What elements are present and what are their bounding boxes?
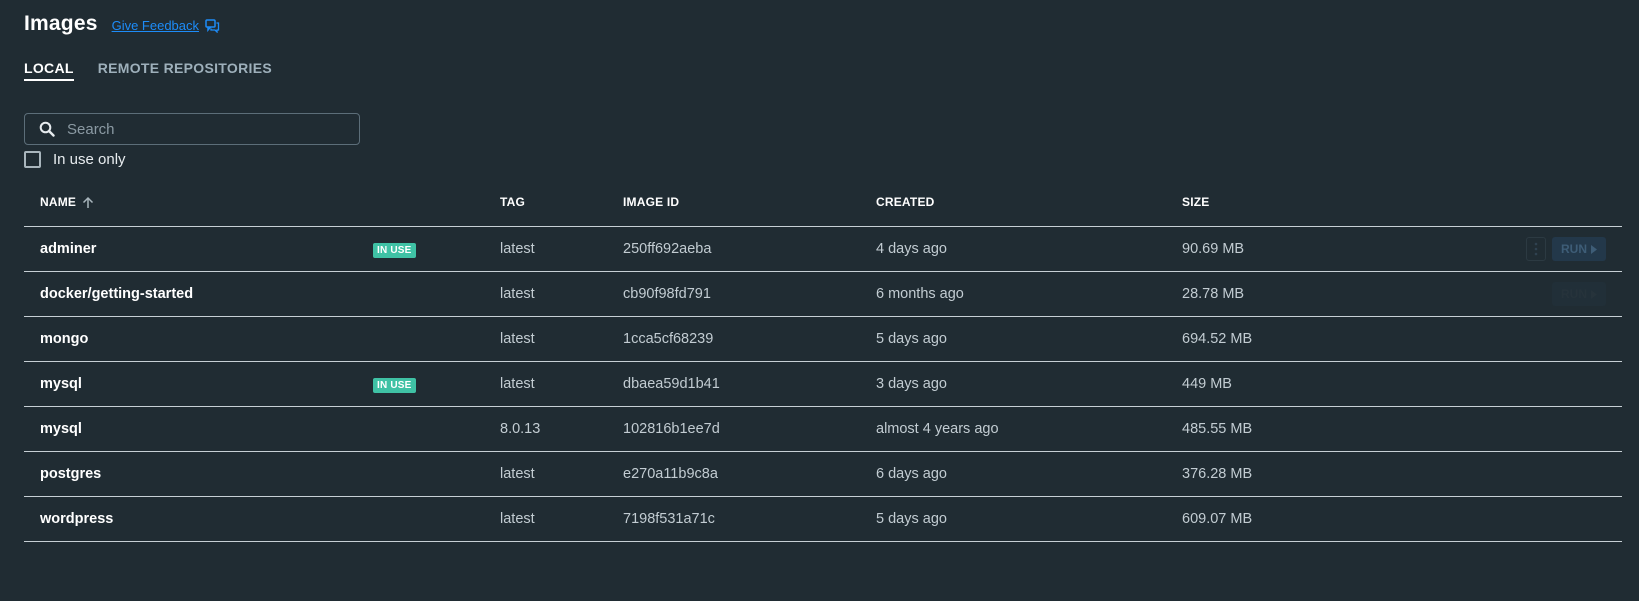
search-icon bbox=[39, 121, 55, 137]
in-use-badge: IN USE bbox=[373, 378, 416, 393]
image-created: 6 days ago bbox=[876, 466, 947, 482]
table-header: NAME TAG IMAGE ID CREATED SIZE bbox=[24, 178, 1622, 227]
image-tag: latest bbox=[500, 466, 535, 482]
image-id: e270a11b9c8a bbox=[623, 466, 718, 482]
image-tag: 8.0.13 bbox=[500, 421, 541, 437]
tab-remote-repositories[interactable]: REMOTE REPOSITORIES bbox=[98, 60, 272, 81]
image-size: 28.78 MB bbox=[1182, 286, 1245, 302]
row-actions: RUN bbox=[1552, 282, 1606, 306]
image-size: 609.07 MB bbox=[1182, 511, 1253, 527]
image-created: 5 days ago bbox=[876, 331, 947, 347]
in-use-only-filter[interactable]: In use only bbox=[24, 151, 126, 168]
image-name: adminer bbox=[40, 241, 97, 257]
more-vertical-icon bbox=[1534, 242, 1538, 256]
image-created: 5 days ago bbox=[876, 511, 947, 527]
image-id: cb90f98fd791 bbox=[623, 286, 711, 302]
table-row[interactable]: adminer IN USE latest 250ff692aeba 4 day… bbox=[24, 227, 1622, 272]
image-name: mongo bbox=[40, 331, 89, 347]
column-header-created[interactable]: CREATED bbox=[876, 195, 935, 209]
play-icon bbox=[1591, 289, 1597, 299]
image-id: 250ff692aeba bbox=[623, 241, 712, 257]
search-input[interactable] bbox=[65, 119, 349, 139]
image-size: 449 MB bbox=[1182, 376, 1232, 392]
images-table: NAME TAG IMAGE ID CREATED SIZE adminer I… bbox=[24, 178, 1622, 542]
image-name: mysql bbox=[40, 376, 82, 392]
image-tag: latest bbox=[500, 286, 535, 302]
image-id: 7198f531a71c bbox=[623, 511, 715, 527]
run-button-label: RUN bbox=[1561, 287, 1587, 301]
feedback-chat-icon bbox=[205, 18, 220, 33]
image-name: docker/getting-started bbox=[40, 286, 194, 302]
table-row[interactable]: docker/getting-started latest cb90f98fd7… bbox=[24, 272, 1622, 317]
table-row[interactable]: mysql 8.0.13 102816b1ee7d almost 4 years… bbox=[24, 407, 1622, 452]
image-id: dbaea59d1b41 bbox=[623, 376, 720, 392]
in-use-only-label: In use only bbox=[53, 151, 126, 168]
page-title: Images bbox=[24, 12, 98, 35]
in-use-only-checkbox[interactable] bbox=[24, 151, 41, 168]
image-name: wordpress bbox=[40, 511, 114, 527]
image-tag: latest bbox=[500, 331, 535, 347]
more-options-button[interactable] bbox=[1526, 237, 1546, 261]
tab-local[interactable]: LOCAL bbox=[24, 60, 74, 81]
give-feedback-link[interactable]: Give Feedback bbox=[112, 18, 220, 33]
play-icon bbox=[1591, 244, 1597, 254]
run-button[interactable]: RUN bbox=[1552, 237, 1606, 261]
in-use-badge: IN USE bbox=[373, 243, 416, 258]
column-header-size[interactable]: SIZE bbox=[1182, 195, 1209, 209]
sort-ascending-icon bbox=[82, 196, 94, 209]
column-header-tag[interactable]: TAG bbox=[500, 195, 525, 209]
table-row[interactable]: mysql IN USE latest dbaea59d1b41 3 days … bbox=[24, 362, 1622, 407]
run-button[interactable]: RUN bbox=[1552, 282, 1606, 306]
image-name: mysql bbox=[40, 421, 82, 437]
give-feedback-label: Give Feedback bbox=[111, 18, 200, 33]
image-size: 694.52 MB bbox=[1182, 331, 1253, 347]
table-row[interactable]: mongo latest 1cca5cf68239 5 days ago 694… bbox=[24, 317, 1622, 362]
image-size: 90.69 MB bbox=[1182, 241, 1245, 257]
tab-bar: LOCAL REMOTE REPOSITORIES bbox=[24, 60, 272, 81]
image-size: 376.28 MB bbox=[1182, 466, 1253, 482]
search-box[interactable] bbox=[24, 113, 360, 145]
page-header: Images Give Feedback bbox=[24, 12, 220, 36]
image-id: 1cca5cf68239 bbox=[623, 331, 714, 347]
image-created: almost 4 years ago bbox=[876, 421, 999, 437]
row-actions: RUN bbox=[1526, 237, 1606, 261]
image-tag: latest bbox=[500, 376, 535, 392]
image-created: 6 months ago bbox=[876, 286, 964, 302]
table-row[interactable]: postgres latest e270a11b9c8a 6 days ago … bbox=[24, 452, 1622, 497]
column-header-image-id[interactable]: IMAGE ID bbox=[623, 195, 679, 209]
image-tag: latest bbox=[500, 241, 535, 257]
image-id: 102816b1ee7d bbox=[623, 421, 720, 437]
table-row[interactable]: wordpress latest 7198f531a71c 5 days ago… bbox=[24, 497, 1622, 542]
column-header-name-label: NAME bbox=[40, 195, 77, 209]
image-size: 485.55 MB bbox=[1182, 421, 1253, 437]
image-tag: latest bbox=[500, 511, 535, 527]
image-created: 3 days ago bbox=[876, 376, 947, 392]
image-name: postgres bbox=[40, 466, 102, 482]
images-page: Images Give Feedback LOCAL REMOTE REPOSI… bbox=[0, 0, 1639, 601]
image-created: 4 days ago bbox=[876, 241, 947, 257]
run-button-label: RUN bbox=[1561, 242, 1587, 256]
column-header-name[interactable]: NAME bbox=[40, 195, 94, 209]
